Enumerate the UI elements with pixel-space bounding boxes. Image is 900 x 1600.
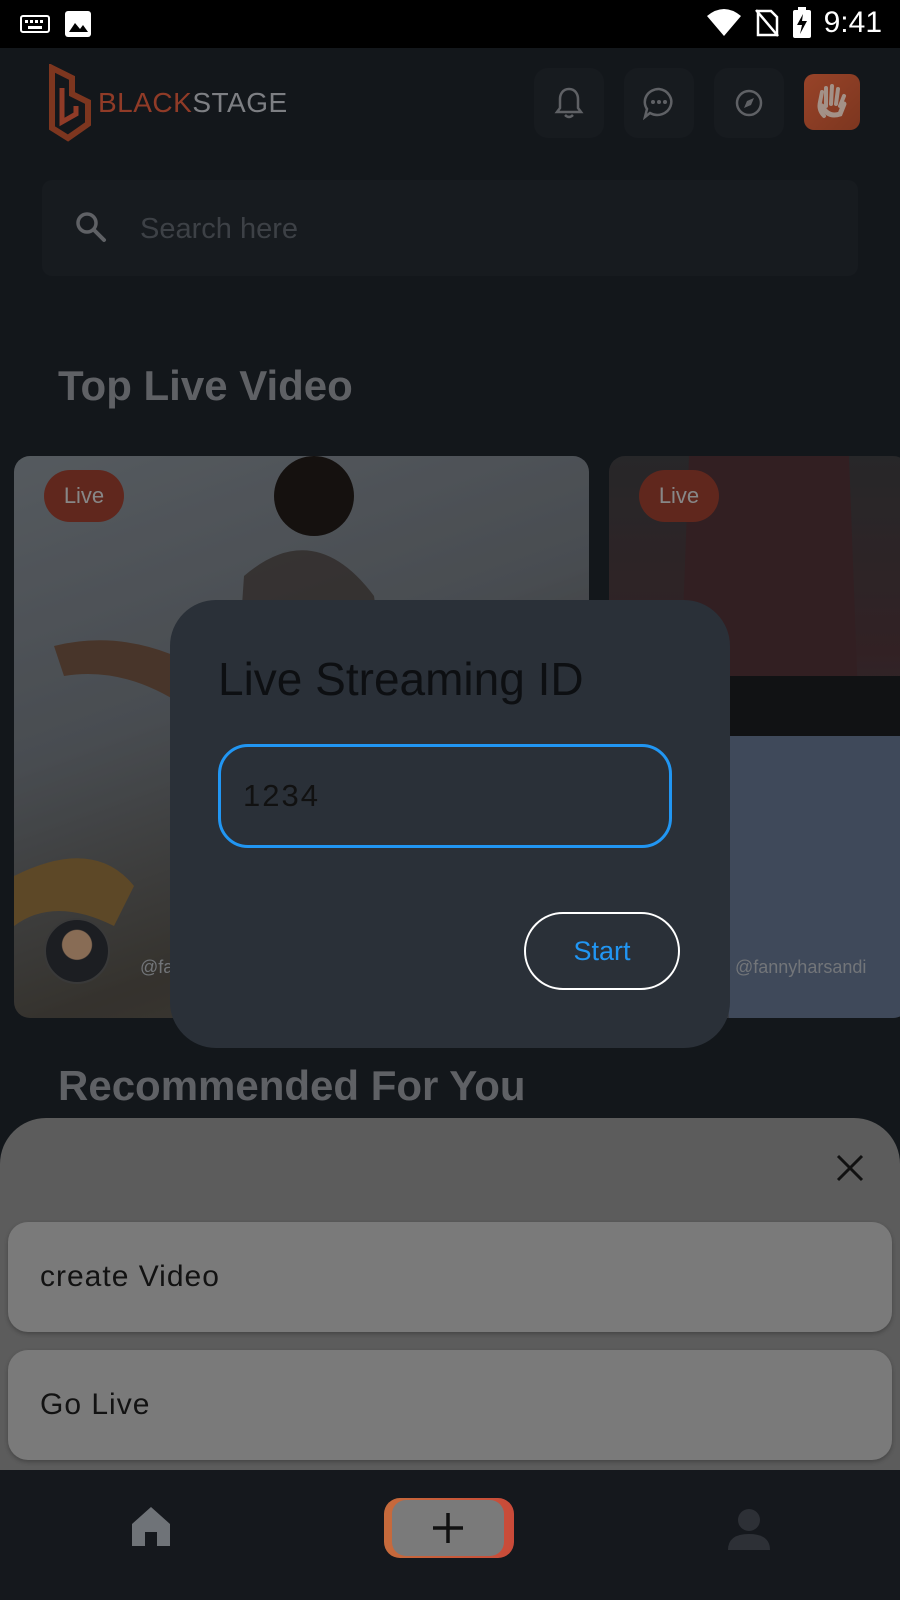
keyboard-icon	[20, 15, 50, 33]
create-video-option[interactable]: create Video	[8, 1222, 892, 1332]
add-button-inner	[392, 1500, 504, 1556]
profile-icon[interactable]	[726, 1506, 772, 1552]
wifi-icon	[706, 9, 741, 36]
start-button[interactable]: Start	[524, 912, 680, 990]
dialog-title: Live Streaming ID	[218, 653, 584, 705]
home-icon[interactable]	[128, 1504, 174, 1548]
status-time: 9:41	[823, 6, 882, 39]
create-options-sheet: create Video Go Live	[0, 1118, 900, 1470]
battery-charging-icon	[792, 7, 811, 38]
close-icon[interactable]	[830, 1148, 870, 1188]
bottom-navigation	[0, 1470, 900, 1600]
go-live-option[interactable]: Go Live	[8, 1350, 892, 1460]
add-button[interactable]	[384, 1498, 514, 1558]
status-bar: 9:41	[0, 0, 900, 48]
option-label: create Video	[40, 1260, 220, 1293]
plus-icon	[433, 1513, 463, 1543]
option-label: Go Live	[40, 1388, 151, 1421]
image-icon	[65, 11, 91, 37]
streaming-id-input[interactable]	[218, 744, 672, 848]
live-streaming-id-dialog: Live Streaming ID Start	[170, 600, 730, 1048]
no-sim-icon	[754, 9, 779, 37]
